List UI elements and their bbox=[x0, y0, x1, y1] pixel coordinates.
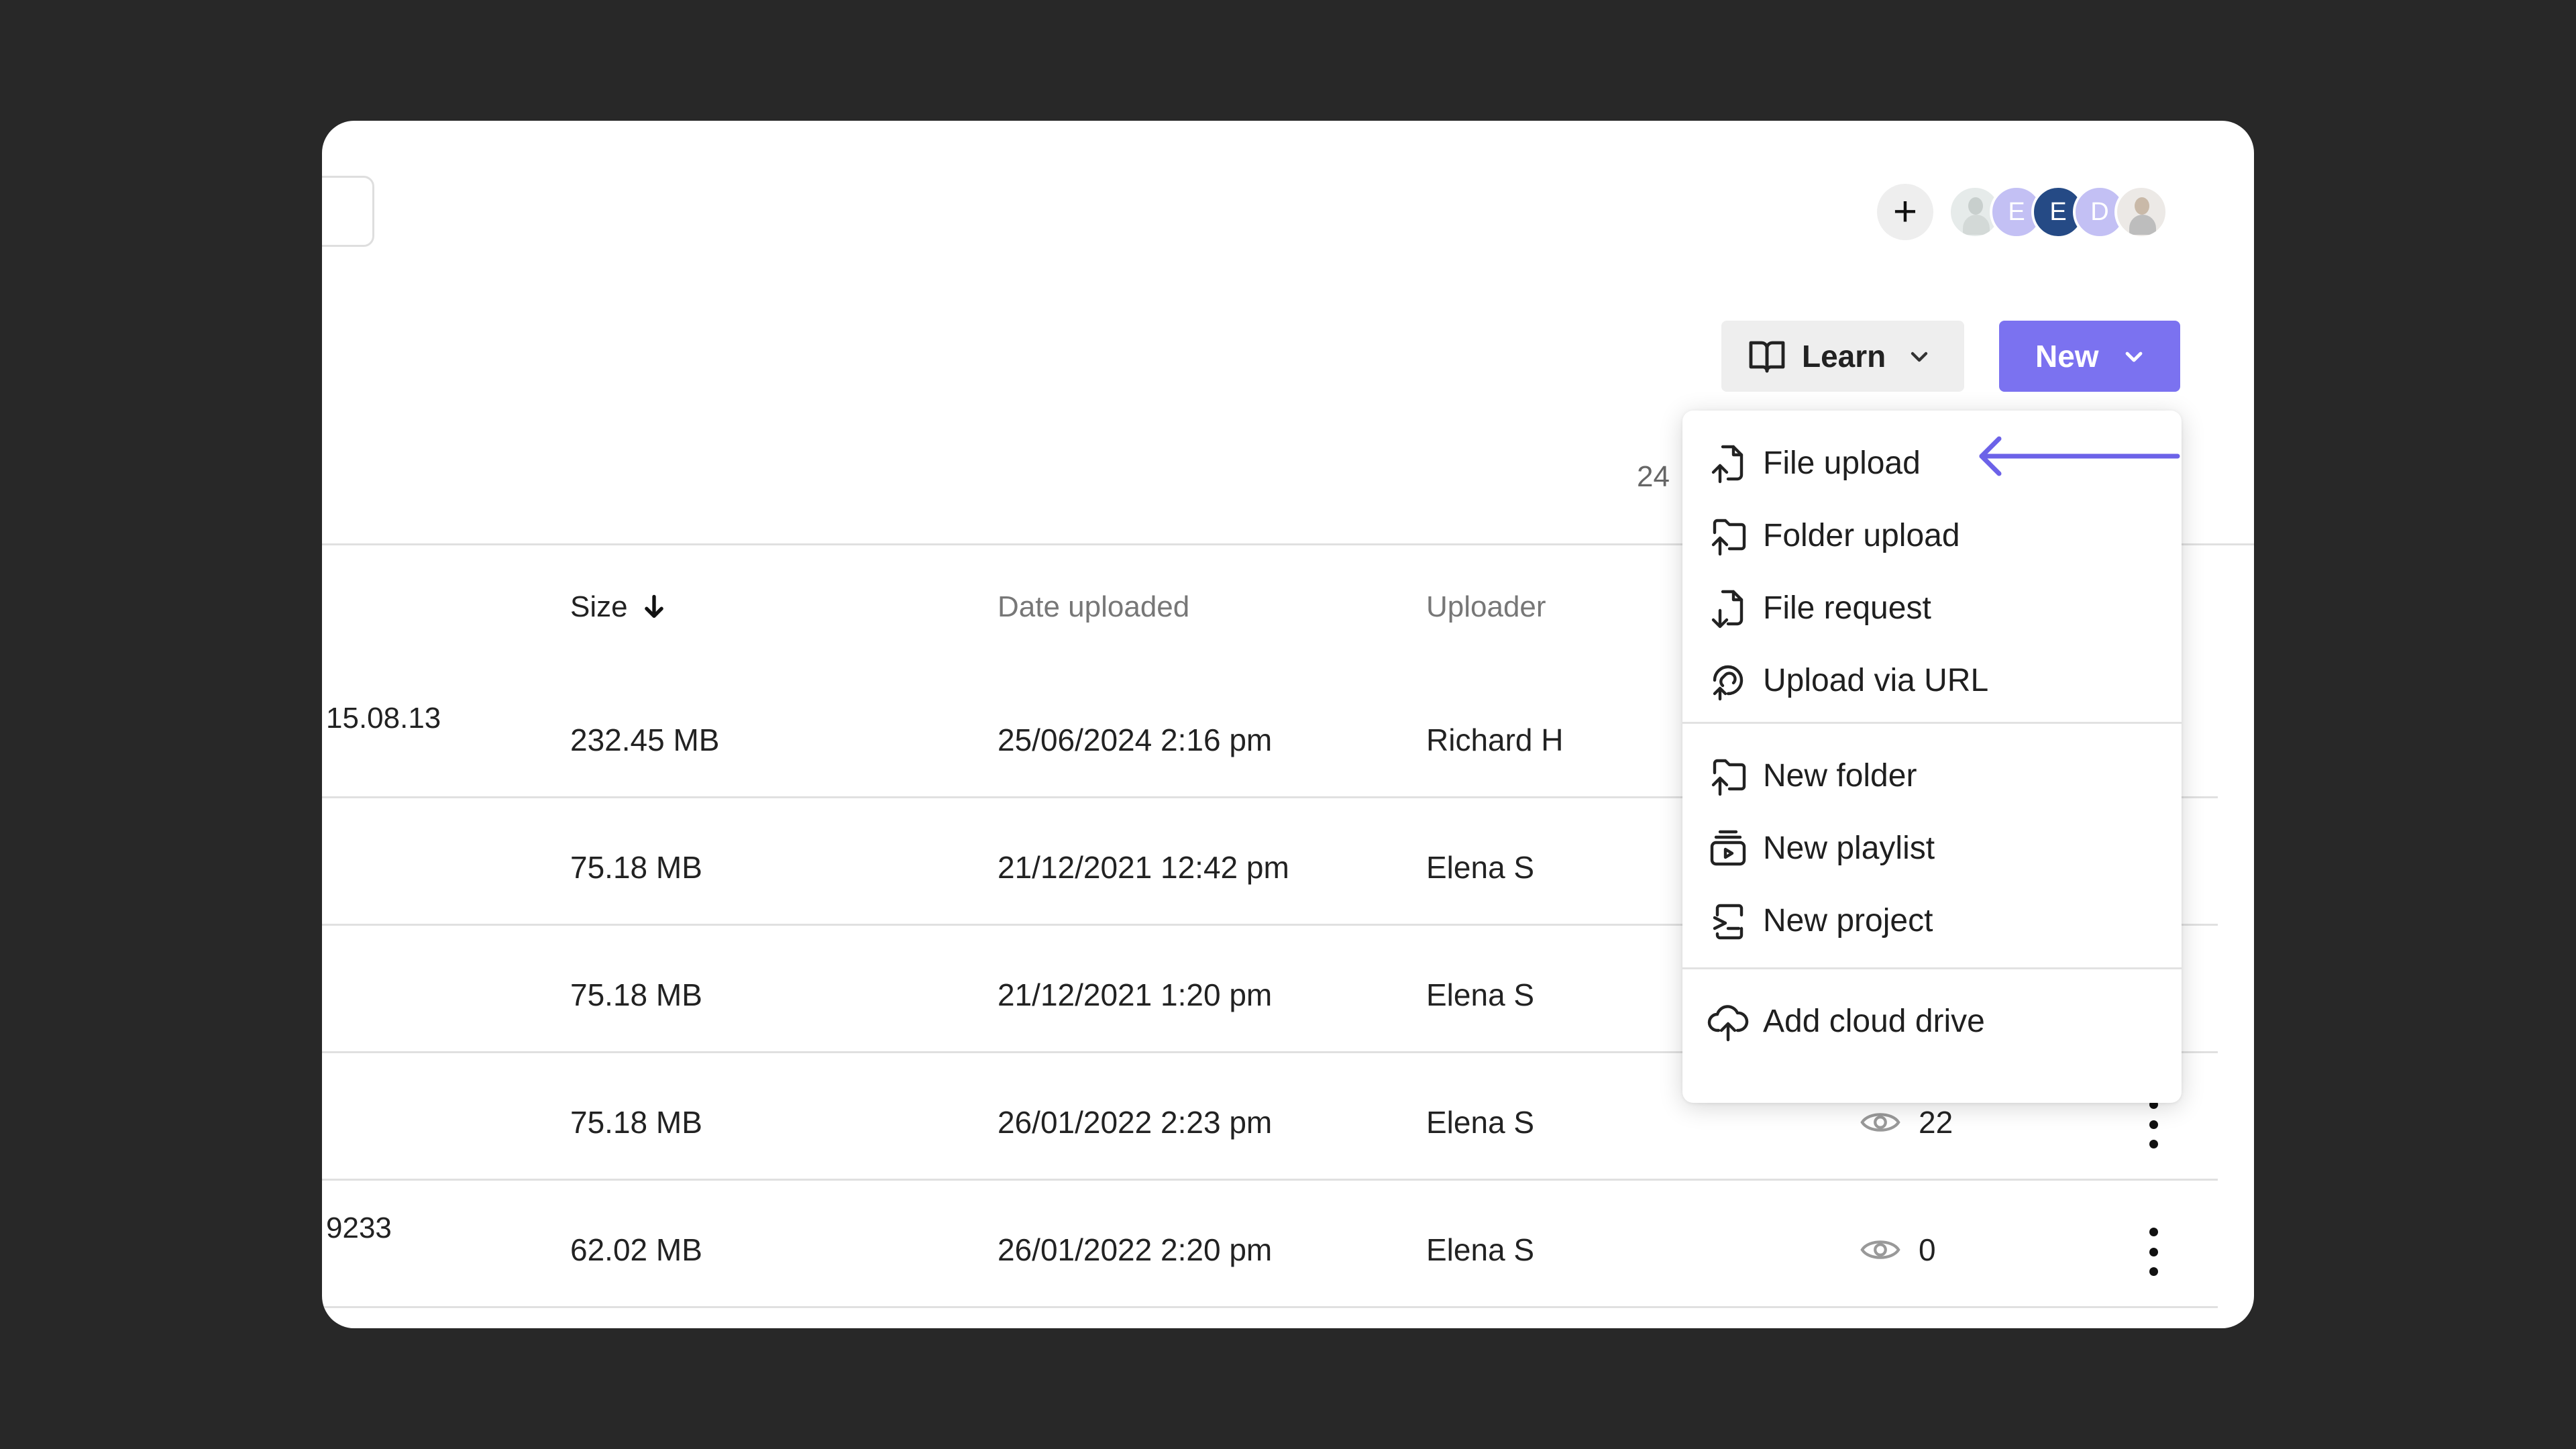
more-options-button[interactable] bbox=[2144, 1100, 2163, 1148]
view-count: 22 bbox=[1860, 1104, 1953, 1140]
eye-icon bbox=[1860, 1113, 1900, 1132]
chevron-down-icon bbox=[1911, 352, 1928, 362]
uploader-name: Elena S bbox=[1426, 850, 1535, 885]
table-row[interactable]: 9233 62.02 MB 26/01/2022 2:20 pm Elena S… bbox=[322, 1181, 2218, 1308]
file-name[interactable]: 9233 bbox=[326, 1212, 392, 1245]
menu-item-new-playlist[interactable]: New playlist bbox=[1682, 812, 2182, 884]
file-size: 62.02 MB bbox=[570, 1232, 702, 1267]
file-upload-icon bbox=[1711, 445, 1743, 484]
uploader-name: Elena S bbox=[1426, 977, 1535, 1012]
menu-item-folder-upload[interactable]: Folder upload bbox=[1682, 499, 2182, 572]
date-uploaded: 26/01/2022 2:20 pm bbox=[998, 1232, 1273, 1267]
item-count: 24 bbox=[1637, 460, 1670, 493]
menu-item-upload-via-url[interactable]: Upload via URL bbox=[1682, 644, 2182, 716]
uploader-name: Richard H bbox=[1426, 722, 1564, 757]
view-count: 0 bbox=[1860, 1232, 1936, 1268]
date-uploaded: 26/01/2022 2:23 pm bbox=[998, 1105, 1273, 1140]
file-request-icon bbox=[1711, 590, 1743, 629]
search-input[interactable] bbox=[322, 176, 374, 247]
new-folder-icon bbox=[1711, 759, 1746, 796]
column-header-size[interactable]: Size bbox=[570, 590, 665, 624]
menu-divider bbox=[1682, 967, 2182, 969]
avatar[interactable] bbox=[2114, 185, 2168, 239]
link-upload-icon bbox=[1713, 665, 1743, 701]
file-size: 75.18 MB bbox=[570, 977, 702, 1012]
file-size: 75.18 MB bbox=[570, 850, 702, 885]
cloud-upload-icon bbox=[1707, 1005, 1749, 1042]
new-button[interactable]: New bbox=[1999, 321, 2180, 392]
menu-item-new-project[interactable]: New project bbox=[1682, 884, 2182, 957]
project-icon bbox=[1713, 904, 1743, 940]
more-options-button[interactable] bbox=[2144, 1228, 2163, 1276]
annotation-arrow-icon bbox=[1979, 436, 2180, 476]
learn-button[interactable]: Learn bbox=[1721, 321, 1964, 392]
folder-upload-icon bbox=[1711, 519, 1746, 556]
member-avatars[interactable]: E E D bbox=[1948, 185, 2168, 239]
menu-item-add-cloud-drive[interactable]: Add cloud drive bbox=[1682, 985, 2182, 1057]
file-size: 232.45 MB bbox=[570, 722, 720, 757]
date-uploaded: 21/12/2021 1:20 pm bbox=[998, 977, 1273, 1012]
file-name[interactable]: 15.08.13 bbox=[326, 702, 441, 735]
eye-icon bbox=[1860, 1240, 1900, 1259]
arrow-down-icon bbox=[644, 594, 663, 618]
plus-icon: + bbox=[1892, 189, 1918, 235]
date-uploaded: 21/12/2021 12:42 pm bbox=[998, 850, 1289, 885]
uploader-name: Elena S bbox=[1426, 1105, 1535, 1140]
file-browser-panel: + E E D Learn New 24 Size Date uploaded … bbox=[322, 121, 2254, 1328]
date-uploaded: 25/06/2024 2:16 pm bbox=[998, 722, 1273, 757]
menu-item-new-folder[interactable]: New folder bbox=[1682, 739, 2182, 812]
add-member-button[interactable]: + bbox=[1877, 184, 1933, 240]
playlist-icon bbox=[1710, 830, 1746, 866]
menu-item-file-request[interactable]: File request bbox=[1682, 572, 2182, 644]
new-dropdown-menu: File upload Folder upload File request U… bbox=[1682, 411, 2182, 1103]
chevron-down-icon bbox=[2125, 352, 2142, 362]
column-header-uploader[interactable]: Uploader bbox=[1426, 590, 1546, 624]
file-size: 75.18 MB bbox=[570, 1105, 702, 1140]
uploader-name: Elena S bbox=[1426, 1232, 1535, 1267]
book-icon bbox=[1749, 341, 1785, 373]
menu-divider bbox=[1682, 722, 2182, 724]
column-header-date-uploaded[interactable]: Date uploaded bbox=[998, 590, 1189, 624]
